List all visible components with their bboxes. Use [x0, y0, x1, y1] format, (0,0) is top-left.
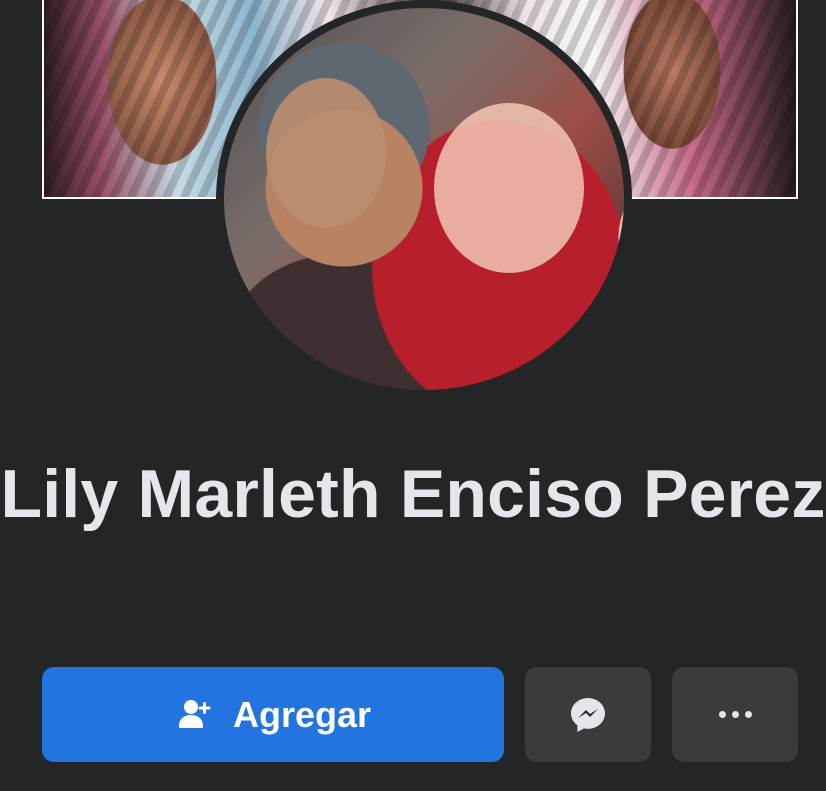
more-icon	[718, 711, 752, 718]
profile-actions: Agregar	[42, 667, 798, 762]
dot	[744, 711, 752, 718]
dot	[718, 711, 726, 718]
add-friend-icon	[175, 695, 215, 735]
profile-photo[interactable]	[216, 0, 632, 398]
dot	[731, 711, 739, 718]
message-button[interactable]	[525, 667, 651, 762]
add-friend-label: Agregar	[232, 693, 372, 735]
profile-name: Lily Marleth Enciso Perez	[0, 456, 826, 532]
add-friend-button[interactable]: Agregar	[42, 667, 504, 762]
more-options-button[interactable]	[672, 667, 798, 762]
messenger-icon	[567, 694, 609, 736]
